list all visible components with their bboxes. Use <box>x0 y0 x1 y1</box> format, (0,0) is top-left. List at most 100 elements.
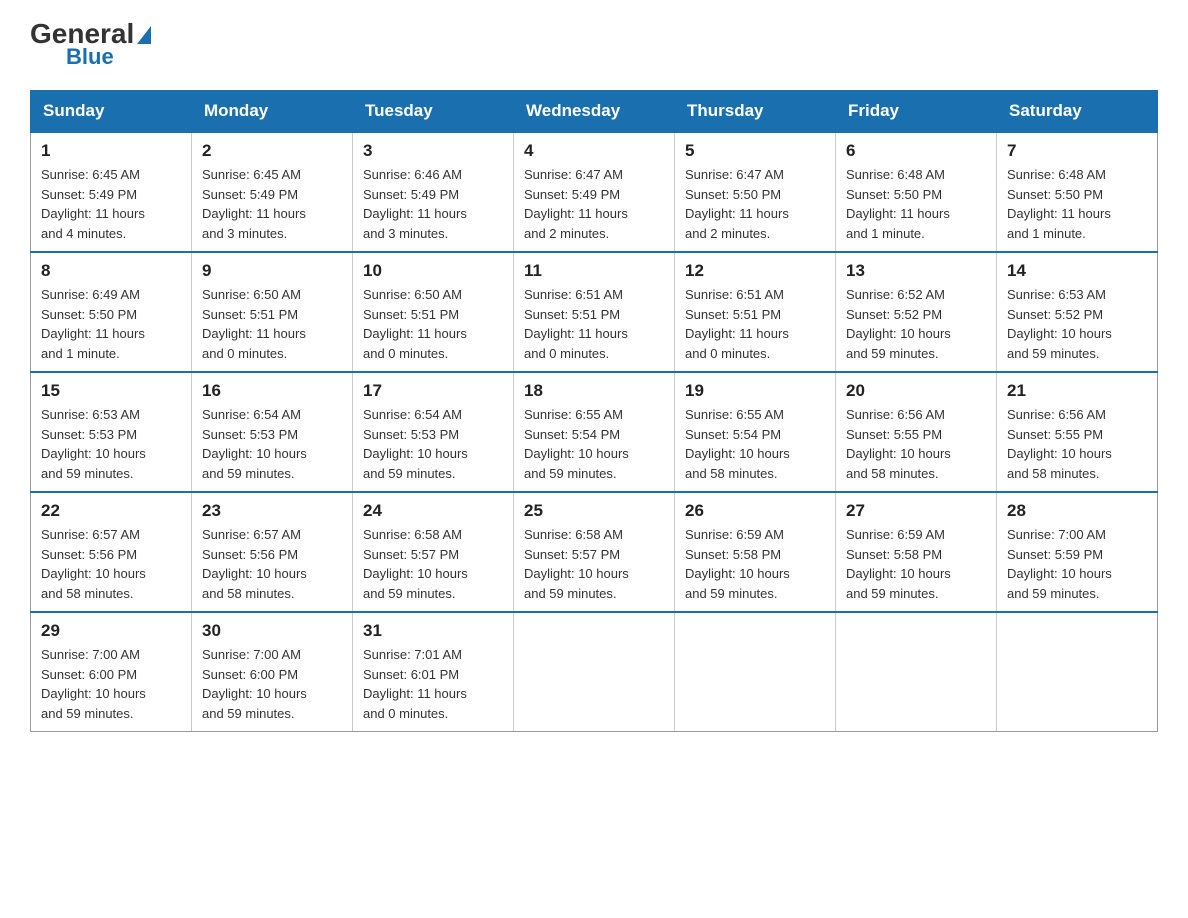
weekday-header-thursday: Thursday <box>675 91 836 133</box>
calendar-week-3: 15 Sunrise: 6:53 AMSunset: 5:53 PMDayligh… <box>31 372 1158 492</box>
weekday-header-friday: Friday <box>836 91 997 133</box>
calendar-cell: 8Sunrise: 6:49 AMSunset: 5:50 PMDaylight… <box>31 252 192 372</box>
calendar-cell: 18 Sunrise: 6:55 AMSunset: 5:54 PMDayligh… <box>514 372 675 492</box>
day-info: Sunrise: 6:51 AMSunset: 5:51 PMDaylight:… <box>685 285 825 363</box>
calendar-week-4: 22 Sunrise: 6:57 AMSunset: 5:56 PMDayligh… <box>31 492 1158 612</box>
day-info: Sunrise: 6:53 AMSunset: 5:53 PMDaylight:… <box>41 405 181 483</box>
day-number: 29 <box>41 621 181 641</box>
calendar-cell: 20Sunrise: 6:56 AMSunset: 5:55 PMDayligh… <box>836 372 997 492</box>
day-info: Sunrise: 6:49 AMSunset: 5:50 PMDaylight:… <box>41 285 181 363</box>
calendar-cell: 27 Sunrise: 6:59 AMSunset: 5:58 PMDayligh… <box>836 492 997 612</box>
calendar-cell: 29 Sunrise: 7:00 AMSunset: 6:00 PMDayligh… <box>31 612 192 732</box>
weekday-header-tuesday: Tuesday <box>353 91 514 133</box>
day-number: 10 <box>363 261 503 281</box>
calendar-cell <box>514 612 675 732</box>
calendar-cell: 2Sunrise: 6:45 AMSunset: 5:49 PMDaylight… <box>192 132 353 252</box>
calendar-cell: 3 Sunrise: 6:46 AMSunset: 5:49 PMDaylight… <box>353 132 514 252</box>
day-number: 24 <box>363 501 503 521</box>
day-info: Sunrise: 6:59 AMSunset: 5:58 PMDaylight:… <box>846 525 986 603</box>
calendar-cell <box>836 612 997 732</box>
day-info: Sunrise: 6:59 AMSunset: 5:58 PMDaylight:… <box>685 525 825 603</box>
calendar-cell: 22 Sunrise: 6:57 AMSunset: 5:56 PMDayligh… <box>31 492 192 612</box>
calendar-header: SundayMondayTuesdayWednesdayThursdayFrid… <box>31 91 1158 133</box>
day-info: Sunrise: 6:47 AMSunset: 5:49 PMDaylight:… <box>524 165 664 243</box>
day-info: Sunrise: 7:01 AMSunset: 6:01 PMDaylight:… <box>363 645 503 723</box>
day-info: Sunrise: 6:54 AMSunset: 5:53 PMDaylight:… <box>363 405 503 483</box>
day-info: Sunrise: 6:53 AMSunset: 5:52 PMDaylight:… <box>1007 285 1147 363</box>
day-info: Sunrise: 6:48 AMSunset: 5:50 PMDaylight:… <box>846 165 986 243</box>
day-info: Sunrise: 6:55 AMSunset: 5:54 PMDaylight:… <box>685 405 825 483</box>
weekday-header-sunday: Sunday <box>31 91 192 133</box>
weekday-header-wednesday: Wednesday <box>514 91 675 133</box>
calendar-cell <box>997 612 1158 732</box>
day-number: 4 <box>524 141 664 161</box>
day-info: Sunrise: 6:58 AMSunset: 5:57 PMDaylight:… <box>363 525 503 603</box>
day-info: Sunrise: 6:50 AMSunset: 5:51 PMDaylight:… <box>202 285 342 363</box>
day-number: 15 <box>41 381 181 401</box>
day-info: Sunrise: 6:48 AMSunset: 5:50 PMDaylight:… <box>1007 165 1147 243</box>
calendar-cell: 15 Sunrise: 6:53 AMSunset: 5:53 PMDayligh… <box>31 372 192 492</box>
calendar-cell: 12 Sunrise: 6:51 AMSunset: 5:51 PMDayligh… <box>675 252 836 372</box>
day-info: Sunrise: 6:54 AMSunset: 5:53 PMDaylight:… <box>202 405 342 483</box>
calendar-cell: 23Sunrise: 6:57 AMSunset: 5:56 PMDayligh… <box>192 492 353 612</box>
day-number: 12 <box>685 261 825 281</box>
weekday-header-saturday: Saturday <box>997 91 1158 133</box>
calendar-cell: 26 Sunrise: 6:59 AMSunset: 5:58 PMDayligh… <box>675 492 836 612</box>
day-info: Sunrise: 6:56 AMSunset: 5:55 PMDaylight:… <box>1007 405 1147 483</box>
calendar-cell: 10 Sunrise: 6:50 AMSunset: 5:51 PMDayligh… <box>353 252 514 372</box>
day-info: Sunrise: 6:57 AMSunset: 5:56 PMDaylight:… <box>41 525 181 603</box>
day-info: Sunrise: 6:56 AMSunset: 5:55 PMDaylight:… <box>846 405 986 483</box>
calendar-body: 1 Sunrise: 6:45 AMSunset: 5:49 PMDaylight… <box>31 132 1158 732</box>
day-number: 6 <box>846 141 986 161</box>
calendar-cell: 24 Sunrise: 6:58 AMSunset: 5:57 PMDayligh… <box>353 492 514 612</box>
calendar-cell: 30 Sunrise: 7:00 AMSunset: 6:00 PMDayligh… <box>192 612 353 732</box>
calendar-cell: 5Sunrise: 6:47 AMSunset: 5:50 PMDaylight… <box>675 132 836 252</box>
weekday-header-row: SundayMondayTuesdayWednesdayThursdayFrid… <box>31 91 1158 133</box>
day-info: Sunrise: 7:00 AMSunset: 6:00 PMDaylight:… <box>202 645 342 723</box>
day-info: Sunrise: 6:46 AMSunset: 5:49 PMDaylight:… <box>363 165 503 243</box>
weekday-header-monday: Monday <box>192 91 353 133</box>
day-number: 13 <box>846 261 986 281</box>
page-header: General Blue <box>30 20 1158 70</box>
day-number: 30 <box>202 621 342 641</box>
day-info: Sunrise: 6:58 AMSunset: 5:57 PMDaylight:… <box>524 525 664 603</box>
calendar-cell: 4 Sunrise: 6:47 AMSunset: 5:49 PMDaylight… <box>514 132 675 252</box>
day-info: Sunrise: 6:55 AMSunset: 5:54 PMDaylight:… <box>524 405 664 483</box>
day-number: 23 <box>202 501 342 521</box>
calendar-cell: 28 Sunrise: 7:00 AMSunset: 5:59 PMDayligh… <box>997 492 1158 612</box>
calendar-cell: 13 Sunrise: 6:52 AMSunset: 5:52 PMDayligh… <box>836 252 997 372</box>
day-number: 21 <box>1007 381 1147 401</box>
calendar-cell: 25 Sunrise: 6:58 AMSunset: 5:57 PMDayligh… <box>514 492 675 612</box>
calendar-week-5: 29 Sunrise: 7:00 AMSunset: 6:00 PMDayligh… <box>31 612 1158 732</box>
day-number: 25 <box>524 501 664 521</box>
day-number: 3 <box>363 141 503 161</box>
calendar-table: SundayMondayTuesdayWednesdayThursdayFrid… <box>30 90 1158 732</box>
day-number: 1 <box>41 141 181 161</box>
day-number: 11 <box>524 261 664 281</box>
day-number: 22 <box>41 501 181 521</box>
day-info: Sunrise: 7:00 AMSunset: 6:00 PMDaylight:… <box>41 645 181 723</box>
calendar-week-2: 8Sunrise: 6:49 AMSunset: 5:50 PMDaylight… <box>31 252 1158 372</box>
day-info: Sunrise: 7:00 AMSunset: 5:59 PMDaylight:… <box>1007 525 1147 603</box>
calendar-cell: 7 Sunrise: 6:48 AMSunset: 5:50 PMDaylight… <box>997 132 1158 252</box>
day-number: 18 <box>524 381 664 401</box>
day-number: 28 <box>1007 501 1147 521</box>
calendar-cell: 14Sunrise: 6:53 AMSunset: 5:52 PMDayligh… <box>997 252 1158 372</box>
calendar-cell: 6 Sunrise: 6:48 AMSunset: 5:50 PMDaylight… <box>836 132 997 252</box>
day-number: 16 <box>202 381 342 401</box>
day-info: Sunrise: 6:51 AMSunset: 5:51 PMDaylight:… <box>524 285 664 363</box>
calendar-cell: 17 Sunrise: 6:54 AMSunset: 5:53 PMDayligh… <box>353 372 514 492</box>
day-number: 7 <box>1007 141 1147 161</box>
day-number: 26 <box>685 501 825 521</box>
calendar-cell: 16 Sunrise: 6:54 AMSunset: 5:53 PMDayligh… <box>192 372 353 492</box>
day-number: 17 <box>363 381 503 401</box>
day-info: Sunrise: 6:45 AMSunset: 5:49 PMDaylight:… <box>41 165 181 243</box>
day-number: 19 <box>685 381 825 401</box>
day-number: 2 <box>202 141 342 161</box>
day-number: 31 <box>363 621 503 641</box>
calendar-cell: 9Sunrise: 6:50 AMSunset: 5:51 PMDaylight… <box>192 252 353 372</box>
calendar-cell: 31 Sunrise: 7:01 AMSunset: 6:01 PMDayligh… <box>353 612 514 732</box>
day-number: 27 <box>846 501 986 521</box>
day-info: Sunrise: 6:52 AMSunset: 5:52 PMDaylight:… <box>846 285 986 363</box>
day-info: Sunrise: 6:50 AMSunset: 5:51 PMDaylight:… <box>363 285 503 363</box>
